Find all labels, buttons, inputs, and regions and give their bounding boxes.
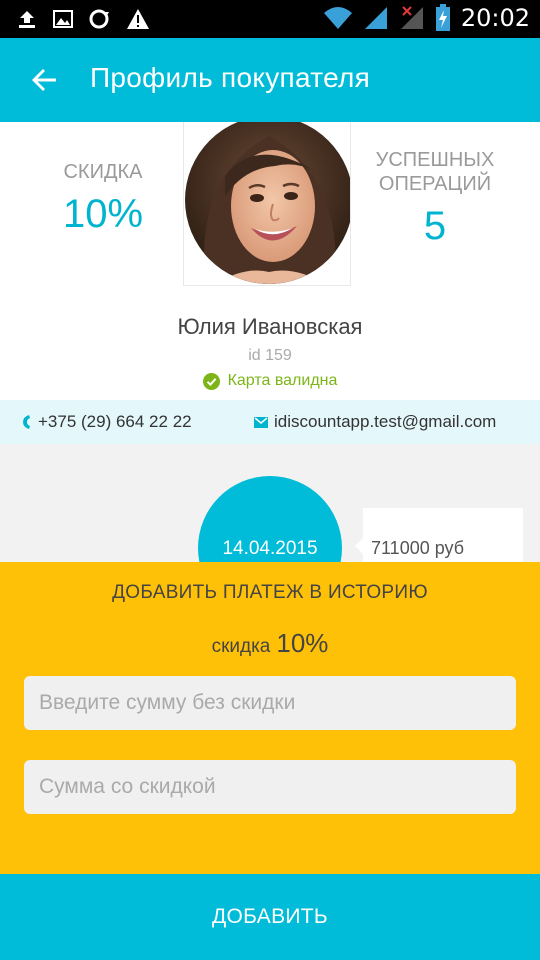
avatar-photo [185,122,350,284]
operations-label: УСПЕШНЫХ ОПЕРАЦИЙ [375,149,495,195]
discount-stat: СКИДКА 10% [28,160,178,237]
avatar[interactable] [185,122,350,284]
status-bar: 20:02 [0,0,540,38]
avatar-frame [183,122,351,286]
discount-label: СКИДКА [63,161,143,183]
upload-icon [19,11,35,28]
warning-icon [127,9,149,29]
page-title: Профиль покупателя [90,62,371,93]
amount-input[interactable] [24,676,516,730]
email-address: idiscountapp.test@gmail.com [274,412,497,431]
customer-profile-card: СКИДКА 10% УСПЕШНЫХ ОПЕРАЦИЙ 5 Юлия Иван… [0,122,540,400]
phone-contact[interactable]: +375 (29) 664 22 22 [22,412,192,432]
discount-value: 10% [62,192,144,236]
app-bar: Профиль покупателя [0,38,540,122]
wifi-icon [323,7,352,29]
phone-icon [23,415,30,429]
image-icon [53,10,73,28]
signal-icon [364,7,387,29]
signal-no-sim-icon [400,6,423,29]
payment-history: 14.04.2015 711000 руб [0,444,540,562]
history-entry-card[interactable]: 711000 руб [355,508,523,562]
operations-stat: УСПЕШНЫХ ОПЕРАЦИЙ 5 [360,148,510,249]
history-date: 14.04.2015 [222,538,318,559]
panel-discount-label: скидка [211,636,271,657]
arrow-back-icon [32,69,56,91]
card-status-label: Карта валидна [227,372,338,389]
discounted-amount-input[interactable] [24,760,516,814]
check-circle-icon [202,372,220,390]
email-contact[interactable]: idiscountapp.test@gmail.com [254,412,496,432]
customer-id: id 159 [248,347,292,364]
operations-value: 5 [423,204,447,248]
panel-discount-value: 10% [276,628,329,658]
clock: 20:02 [460,4,530,32]
sync-icon [89,9,109,29]
mail-icon [254,416,268,428]
add-button[interactable]: ДОБАВИТЬ [0,874,540,960]
battery-charging-icon [435,4,450,31]
add-payment-title: ДОБАВИТЬ ПЛАТЕЖ В ИСТОРИЮ [112,582,428,603]
card-status: Карта валидна [0,372,540,390]
phone-number: +375 (29) 664 22 22 [38,412,192,431]
contact-strip: +375 (29) 664 22 22 idiscountapp.test@gm… [0,400,540,444]
panel-discount: скидка 10% [0,628,540,659]
back-button[interactable] [24,60,64,100]
customer-name: Юлия Ивановская [177,314,363,339]
history-amount: 711000 руб [371,538,465,558]
add-payment-panel: ДОБАВИТЬ ПЛАТЕЖ В ИСТОРИЮ скидка 10% [0,562,540,874]
